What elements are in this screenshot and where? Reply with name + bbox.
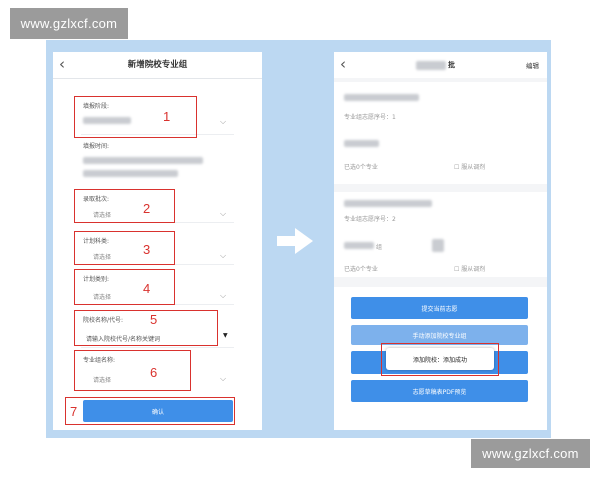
annotation-box-3 [74,231,175,265]
annotation-number-6: 6 [150,365,158,380]
title-suffix: 批 [448,61,455,69]
group-name-blurred [344,140,379,147]
chevron-down-icon[interactable]: ⌵ [220,291,226,301]
obey-adjust-label: 服从调剂 [461,266,486,273]
selected-count: 已选0个专业 [344,164,378,171]
obey-adjust-label: 服从调剂 [461,164,486,171]
obey-adjust-toggle[interactable]: ☐ 服从调剂 [454,264,485,273]
selected-count: 已选0个专业 [344,266,378,273]
group-card-1: 专业组志愿序号：1 已选0个专业 ☐ 服从调剂 [334,82,547,184]
pdf-preview-button[interactable]: 志愿草稿表PDF预览 [351,380,528,402]
annotation-box-5 [74,310,218,346]
dropdown-triangle-icon[interactable]: ▼ [223,332,228,339]
annotation-number-5: 5 [150,312,158,327]
fill-time-label: 填报时间: [83,143,110,150]
school-name-blurred [344,200,432,207]
fill-time-value-blurred [83,157,203,164]
submit-button[interactable]: 提交当前志愿 [351,297,528,319]
group-name-blurred [344,242,374,249]
chevron-down-icon[interactable]: ⌵ [220,117,226,127]
annotation-box-6 [74,350,191,391]
chevron-down-icon[interactable]: ⌵ [220,374,226,384]
annotation-box-1 [74,96,197,138]
obey-adjust-toggle[interactable]: ☐ 服从调剂 [454,162,485,171]
right-phone-screen: ‹ 批 编辑 专业组志愿序号：1 已选0个专业 ☐ 服从调剂 专业组志愿序号：2… [334,52,547,430]
annotation-number-4: 4 [143,281,151,296]
annotation-number-2: 2 [143,201,151,216]
group-order-label: 专业组志愿序号：1 [344,114,396,121]
annotation-box-4 [74,269,175,305]
annotation-number-3: 3 [143,242,151,257]
watermark-bottom: www.gzlxcf.com [471,439,590,468]
annotation-number-1: 1 [163,109,171,124]
fill-time-value-blurred-2 [83,170,178,177]
back-arrow-icon[interactable]: ‹ [340,55,346,73]
school-name-blurred [344,94,419,101]
group-card-2: 专业组志愿序号：2 组 已选0个专业 ☐ 服从调剂 [334,192,547,277]
badge-blurred [432,239,444,252]
annotation-box-2 [74,189,175,223]
annotation-box-7 [65,397,235,425]
annotation-box-toast [381,343,499,376]
group-suffix: 组 [376,244,383,251]
page-title: 新增院校专业组 [127,60,188,70]
divider [81,347,234,348]
left-header: ‹ 新增院校专业组 [53,52,262,79]
manual-add-button[interactable]: 手动添加院校专业组 [351,325,528,345]
action-panel: 提交当前志愿 手动添加院校专业组 志愿草稿表PDF预览 添加院校：添加成功 [334,287,547,430]
annotation-number-7: 7 [70,404,78,419]
right-header: ‹ 批 编辑 [334,52,547,78]
title-blurred [416,61,446,70]
left-phone-screen: ‹ 新增院校专业组 填报阶段: ⌵ 填报时间: 录取批次: 请选择 ⌵ 计划科类… [53,52,262,430]
chevron-down-icon[interactable]: ⌵ [220,209,226,219]
right-arrow-icon [277,228,313,254]
group-order-label: 专业组志愿序号：2 [344,216,396,223]
chevron-down-icon[interactable]: ⌵ [220,251,226,261]
watermark-top: www.gzlxcf.com [10,8,128,39]
edit-button[interactable]: 编辑 [526,60,539,70]
